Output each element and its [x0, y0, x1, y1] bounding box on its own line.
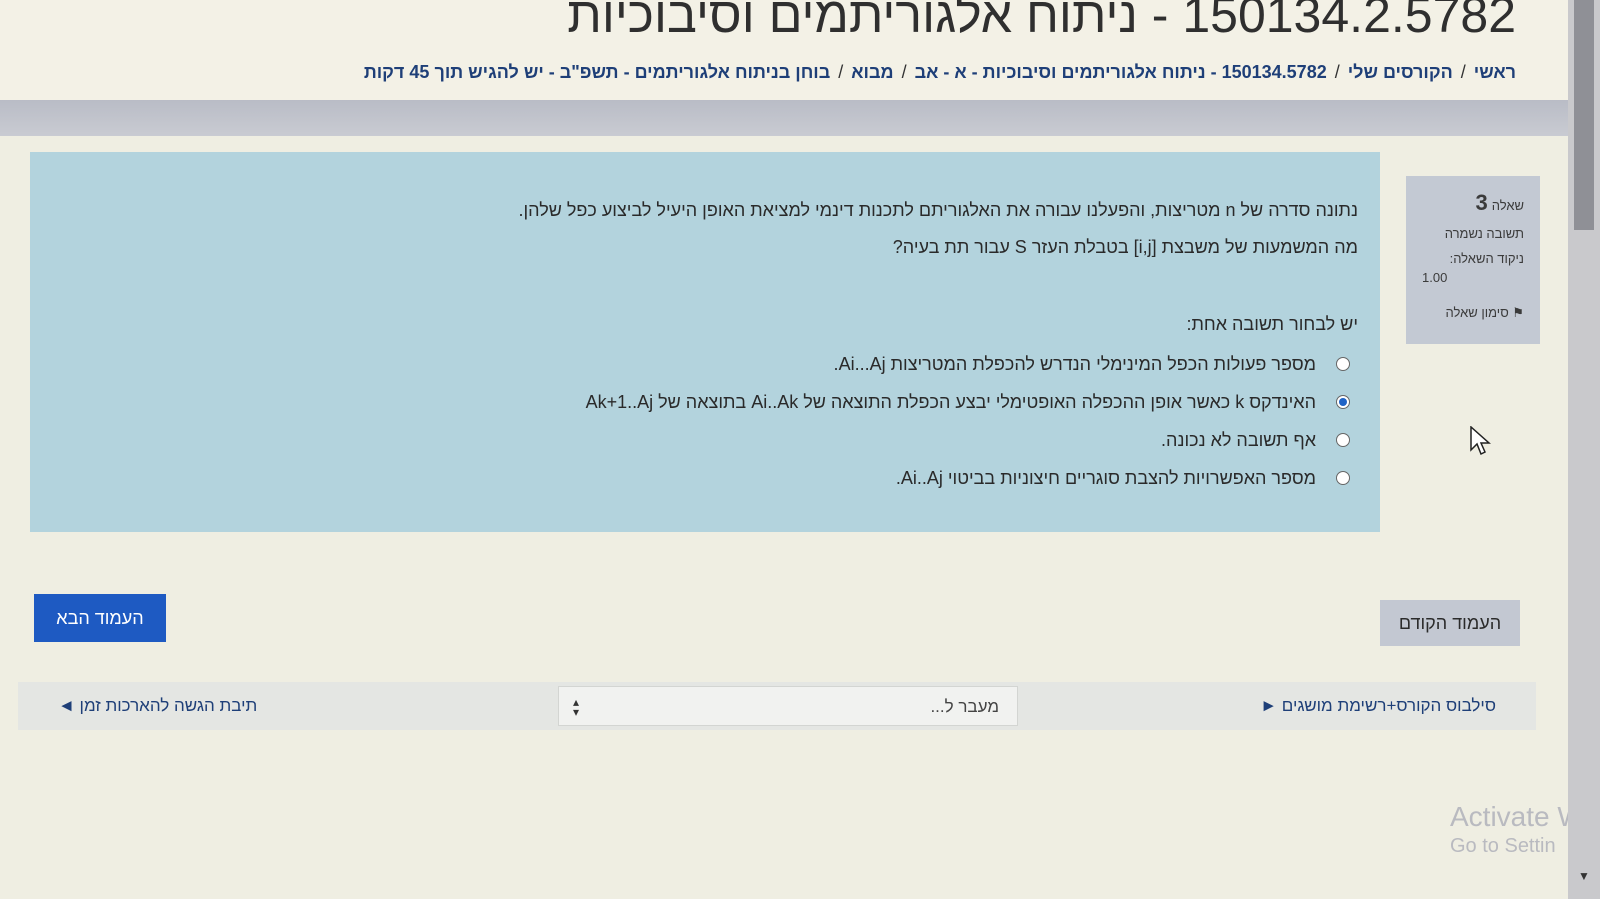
question-label: שאלה — [1491, 198, 1524, 213]
radio-button-selected[interactable] — [1336, 395, 1350, 409]
jump-to-select[interactable]: מעבר ל... ▴ ▾ — [558, 686, 1018, 726]
answer-options: מספר פעולות הכפל המינימלי הנדרש להכפלת ה… — [52, 345, 1358, 497]
question-text-2: מה המשמעות של משבצת [i,j] בטבלת העזר S ע… — [892, 237, 1358, 257]
next-page-button[interactable]: העמוד הבא — [34, 594, 166, 642]
answer-option-label: אף תשובה לא נכונה. — [1161, 429, 1316, 450]
previous-page-button[interactable]: העמוד הקודם — [1380, 600, 1520, 646]
breadcrumb-section[interactable]: מבוא — [851, 62, 893, 82]
time-extension-link[interactable]: תיבת הגשה להארכות זמן ◄ — [58, 696, 257, 716]
question-grade-value: 1.00 — [1422, 270, 1448, 285]
answer-option-1[interactable]: מספר פעולות הכפל המינימלי הנדרש להכפלת ה… — [52, 345, 1358, 383]
scrollbar-thumb[interactable] — [1574, 0, 1594, 230]
header-divider-band — [0, 100, 1568, 136]
breadcrumb: ראשי/הקורסים שלי/150134.5782 - ניתוח אלג… — [363, 62, 1516, 82]
select-arrows-icon: ▴ ▾ — [573, 695, 580, 719]
question-grade-label: ניקוד השאלה: — [1449, 251, 1524, 266]
breadcrumb-course[interactable]: 150134.5782 - ניתוח אלגוריתמים וסיבוכיות… — [915, 62, 1327, 82]
question-info-box: שאלה3 תשובה נשמרה ניקוד השאלה: 1.00 ⚑ סי… — [1406, 176, 1540, 344]
radio-button[interactable] — [1336, 471, 1350, 485]
breadcrumb-my-courses[interactable]: הקורסים שלי — [1348, 62, 1453, 82]
watermark-line-1: Activate W — [1450, 801, 1584, 832]
question-text-1: נתונה סדרה של n מטריצות, והפעלנו עבורה א… — [518, 200, 1358, 220]
answer-option-3[interactable]: אף תשובה לא נכונה. — [52, 421, 1358, 459]
jump-to-label: מעבר ל... — [930, 697, 999, 716]
answer-option-2[interactable]: האינדקס k כאשר אופן ההכפלה האופטימלי יבצ… — [52, 383, 1358, 421]
scrollbar[interactable]: ▼ — [1568, 0, 1600, 899]
radio-button[interactable] — [1336, 433, 1350, 447]
activate-windows-watermark: Activate W Go to Settin — [1450, 800, 1584, 858]
answer-option-label: מספר האפשרויות להצבת סוגריים חיצוניות בב… — [895, 467, 1316, 488]
breadcrumb-home[interactable]: ראשי — [1474, 62, 1516, 82]
question-status: תשובה נשמרה — [1444, 226, 1524, 241]
breadcrumb-quiz[interactable]: בוחן בניתוח אלגוריתמים - תשפ"ב - יש להגי… — [364, 62, 830, 82]
scroll-down-icon[interactable]: ▼ — [1578, 869, 1590, 883]
question-panel: נתונה סדרה של n מטריצות, והפעלנו עבורה א… — [30, 152, 1380, 532]
course-title: 150134.2.5782 - ניתוח אלגוריתמים וסיבוכי… — [567, 0, 1516, 43]
mouse-cursor-icon — [1470, 426, 1491, 456]
page-header: 150134.2.5782 - ניתוח אלגוריתמים וסיבוכי… — [0, 0, 1568, 100]
question-number: 3 — [1475, 190, 1488, 215]
activity-navigation: סילבוס הקורס+רשימת מושגים ► מעבר ל... ▴ ▾… — [18, 682, 1536, 730]
answer-option-label: מספר פעולות הכפל המינימלי הנדרש להכפלת ה… — [833, 353, 1316, 374]
flag-icon: ⚑ — [1512, 305, 1524, 320]
flag-question-label: סימון שאלה — [1445, 305, 1509, 320]
syllabus-link[interactable]: סילבוס הקורס+רשימת מושגים ► — [1260, 696, 1496, 716]
flag-question-button[interactable]: ⚑ סימון שאלה — [1422, 305, 1524, 321]
watermark-line-2: Go to Settin — [1450, 834, 1556, 857]
radio-button[interactable] — [1336, 357, 1350, 371]
answer-option-label: האינדקס k כאשר אופן ההכפלה האופטימלי יבצ… — [585, 391, 1316, 412]
answer-option-4[interactable]: מספר האפשרויות להצבת סוגריים חיצוניות בב… — [52, 459, 1358, 497]
answer-prompt: יש לבחור תשובה אחת: — [1186, 314, 1358, 334]
